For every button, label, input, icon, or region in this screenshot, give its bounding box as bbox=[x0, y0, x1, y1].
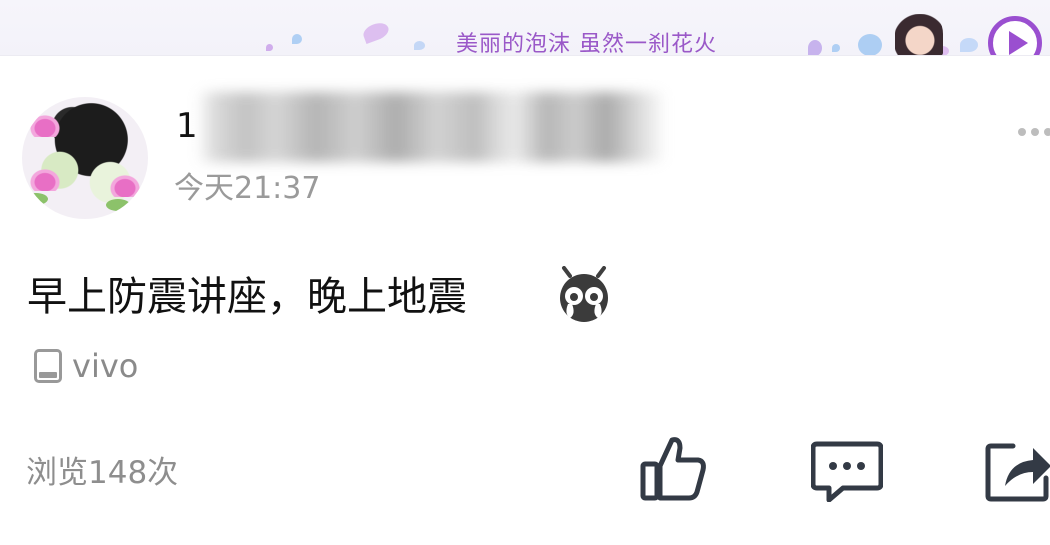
dot bbox=[1031, 128, 1039, 136]
lotus-decoration bbox=[110, 175, 140, 197]
petal-decoration bbox=[361, 20, 391, 44]
petal-decoration bbox=[858, 34, 882, 55]
username-blur-mask bbox=[196, 92, 666, 162]
leaf-decoration bbox=[24, 193, 48, 205]
singer-photo bbox=[895, 14, 943, 55]
petal-decoration bbox=[960, 38, 978, 52]
lotus-decoration bbox=[30, 115, 60, 137]
lotus-decoration bbox=[30, 169, 60, 191]
thumbs-up-icon[interactable] bbox=[640, 434, 708, 502]
view-count: 浏览148次 bbox=[26, 455, 179, 491]
qzone-post-screen: 美丽的泡沫 虽然一刹花火 1 今天21:37 早上防震讲座，晚上地震 vivo bbox=[0, 0, 1050, 545]
leaf-decoration bbox=[106, 199, 130, 211]
phone-icon bbox=[34, 349, 62, 383]
play-icon bbox=[1009, 31, 1028, 55]
petal-decoration bbox=[266, 44, 273, 51]
petal-decoration bbox=[414, 41, 425, 50]
music-banner[interactable]: 美丽的泡沫 虽然一刹花火 bbox=[0, 0, 1050, 56]
comment-icon[interactable] bbox=[811, 440, 883, 502]
petal-decoration bbox=[292, 34, 302, 44]
post-timestamp: 今天21:37 bbox=[174, 171, 321, 206]
share-icon[interactable] bbox=[985, 438, 1050, 502]
play-circle-icon[interactable] bbox=[988, 16, 1042, 55]
post-text: 早上防震讲座，晚上地震 bbox=[27, 274, 467, 320]
dot bbox=[1044, 128, 1050, 136]
dot bbox=[1018, 128, 1026, 136]
song-title: 美丽的泡沫 虽然一刹花火 bbox=[456, 32, 717, 56]
device-label: vivo bbox=[72, 347, 139, 385]
crying-bug-emoji bbox=[560, 266, 608, 322]
petal-decoration bbox=[832, 44, 840, 52]
avatar[interactable] bbox=[22, 97, 148, 219]
petal-decoration bbox=[808, 40, 822, 55]
username[interactable]: 1 bbox=[176, 100, 198, 152]
more-dots-icon[interactable] bbox=[1018, 124, 1050, 138]
